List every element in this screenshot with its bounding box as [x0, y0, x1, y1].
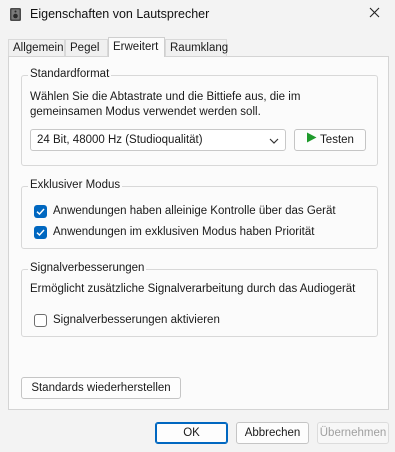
tab-erweitert[interactable]: Erweitert [108, 37, 165, 57]
checkbox-checked[interactable] [34, 226, 47, 239]
speaker-icon [9, 7, 22, 22]
checkbox-unchecked[interactable] [34, 314, 47, 327]
test-button-label: Testen [320, 134, 354, 146]
checkbox-label: Anwendungen haben alleinige Kontrolle üb… [53, 205, 336, 217]
group-signalverbesserungen: Signalverbesserungen Ermöglicht zusätzli… [21, 262, 378, 337]
chevron-down-icon [269, 136, 279, 144]
play-icon [306, 130, 317, 150]
properties-dialog: Eigenschaften von Lautsprecher Allgemein… [0, 0, 395, 452]
group-exklusiver-modus: Exklusiver Modus Anwendungen haben allei… [21, 179, 378, 249]
title-bar: Eigenschaften von Lautsprecher [0, 0, 395, 30]
test-button[interactable]: Testen [294, 129, 366, 151]
tab-panel-erweitert: Standardformat Wählen Sie die Abtastrate… [8, 56, 389, 410]
description-line: gemeinsamen Modus verwendet werden soll. [30, 106, 261, 118]
close-icon [369, 7, 380, 21]
group-standardformat: Standardformat Wählen Sie die Abtastrate… [21, 68, 378, 166]
group-legend: Signalverbesserungen [28, 262, 147, 274]
window-title: Eigenschaften von Lautsprecher [30, 7, 210, 21]
tab-pegel[interactable]: Pegel [65, 39, 108, 56]
ok-button[interactable]: OK [155, 422, 228, 444]
group-legend: Exklusiver Modus [28, 179, 123, 191]
tab-allgemein[interactable]: Allgemein [8, 39, 65, 56]
checkbox-label: Anwendungen im exklusiven Modus haben Pr… [53, 226, 315, 238]
close-button[interactable] [353, 0, 395, 28]
checkbox-checked[interactable] [34, 205, 47, 218]
checkbox-label: Signalverbesserungen aktivieren [53, 314, 220, 326]
group-legend: Standardformat [28, 68, 112, 80]
standardformat-description: Wählen Sie die Abtastrate und die Bittie… [30, 90, 300, 120]
format-select-value: 24 Bit, 48000 Hz (Studioqualität) [37, 134, 203, 146]
tab-raumklang[interactable]: Raumklang [165, 39, 228, 56]
restore-defaults-button[interactable]: Standards wiederherstellen [21, 377, 181, 399]
format-select[interactable]: 24 Bit, 48000 Hz (Studioqualität) [30, 129, 286, 151]
cancel-button[interactable]: Abbrechen [236, 422, 309, 444]
signal-description: Ermöglicht zusätzliche Signalverarbeitun… [30, 283, 356, 295]
apply-button[interactable]: Übernehmen [317, 422, 389, 444]
description-line: Wählen Sie die Abtastrate und die Bittie… [30, 91, 301, 103]
